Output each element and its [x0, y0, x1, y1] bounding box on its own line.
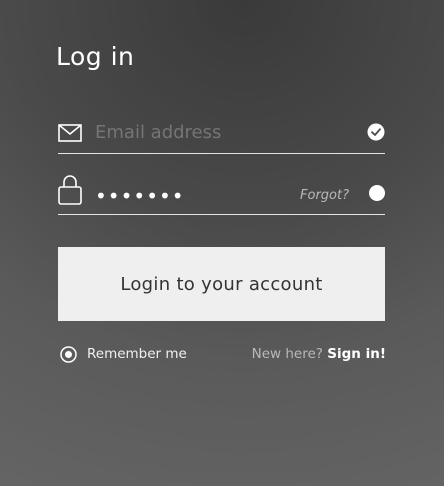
lock-icon [58, 175, 82, 205]
remember-me-toggle[interactable]: Remember me [60, 345, 187, 363]
email-input[interactable] [95, 120, 315, 146]
login-button[interactable]: Login to your account [58, 247, 385, 321]
email-underline [58, 153, 385, 154]
mail-icon [58, 124, 82, 142]
forgot-password-link[interactable]: Forgot? [300, 188, 349, 203]
radio-dot-icon [369, 185, 385, 201]
password-underline [58, 214, 385, 215]
signup-prompt: New here? Sign in! [252, 346, 386, 362]
check-circle-icon [367, 123, 385, 141]
password-field-group: ••••••• Forgot? [58, 175, 385, 215]
password-input[interactable]: ••••••• [95, 185, 185, 207]
new-here-text: New here? [251, 346, 323, 362]
sign-in-link[interactable]: Sign in! [327, 346, 386, 362]
login-screen: Log in ••••••• Forgot? Login to your acc… [0, 0, 444, 486]
remember-me-label: Remember me [87, 346, 187, 362]
page-title: Log in [56, 42, 135, 71]
radio-selected-icon[interactable] [60, 345, 77, 363]
email-field-group [58, 114, 385, 154]
